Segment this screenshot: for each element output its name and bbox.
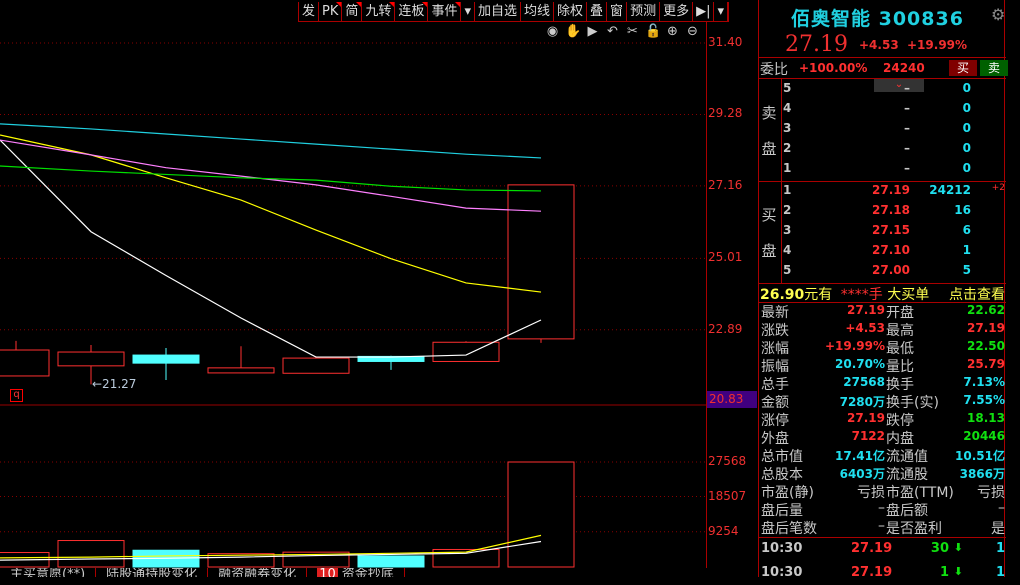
view-link[interactable]: 点击查看 (949, 284, 1005, 304)
price-annotation: ←21.27 (92, 377, 137, 391)
stat-row: 振幅 20.70% 量比 25.79 (761, 357, 1005, 375)
volume-bar (57, 540, 125, 568)
indicator-tab[interactable]: 融资融券变化 (208, 568, 308, 577)
asks-row[interactable]: 4–0 (783, 101, 1005, 121)
asks-row[interactable]: 3–0 (783, 121, 1005, 141)
bids-row[interactable]: 5 27.00 5 (783, 263, 1005, 283)
tick-row: 10:30 27.19 1 ⬇ 1 (761, 565, 1005, 580)
axis-divider (706, 22, 707, 568)
stat-row: 金额 7280万 换手(实) 7.55% (761, 393, 1005, 411)
last-price: 27.19 (785, 32, 848, 57)
candle-body (432, 341, 500, 362)
indicator-tab[interactable]: 陆股通持股变化 (96, 568, 209, 577)
bids-row[interactable]: 1 27.19 24212 +2 (783, 183, 1005, 203)
marker-q-icon: q (10, 389, 23, 402)
price-tick: 22.89 (708, 321, 743, 336)
volume-tick: 9254 (708, 523, 739, 538)
ma-line (0, 139, 542, 358)
stock-title: 佰奥智能 300836 (791, 8, 964, 30)
toolbar-item[interactable]: 发 (299, 2, 320, 22)
down-arrow-icon: ⬇ (953, 565, 963, 578)
toolbar-item[interactable]: ▶| (693, 2, 715, 22)
ma-line (0, 134, 542, 293)
indicator-tab[interactable]: 10 资金抄底 (307, 568, 405, 577)
toolbar-item[interactable]: 加自选 (475, 2, 521, 22)
indicator-tab[interactable]: 主买意愿(**) (0, 568, 97, 577)
candle-body (282, 357, 350, 374)
gear-icon[interactable]: ⚙ (991, 5, 1005, 24)
toolbar-item[interactable]: 简 (342, 2, 363, 22)
stat-row: 盘后笔数 – 是否盈利是 (761, 518, 1005, 537)
down-arrow-icon: ⬇ (953, 541, 963, 554)
price-tick: 31.40 (708, 35, 743, 49)
toolbar-item[interactable]: 九转 (362, 2, 396, 22)
price-pct: +19.99% (907, 38, 968, 52)
weicha-value: 24240 (883, 61, 925, 75)
big-order-banner[interactable]: 26.90元有 ****手 大买单 点击查看 (760, 284, 1005, 304)
stat-row: 总手 27568 换手 7.13% (761, 375, 1005, 393)
candle-body (507, 184, 575, 340)
candle-body (57, 351, 125, 367)
toolbar-item[interactable]: 连板 (395, 2, 429, 22)
toolbar-item[interactable]: 窗 (607, 2, 628, 22)
stat-row: 涨停 27.19 跌停 18.13 (761, 411, 1005, 429)
asks-row[interactable]: 1–0 (783, 161, 1005, 181)
price-tick: 27.16 (708, 177, 743, 192)
toolbar-item[interactable]: 事件 (428, 2, 462, 22)
toolbar-item[interactable]: 除权 (554, 2, 588, 22)
weibi-label: 委比 (760, 62, 788, 78)
buy-button[interactable]: 买 (949, 60, 977, 76)
toolbar-item[interactable]: ▾ (714, 2, 729, 22)
sell-side-label: 盘 (761, 140, 777, 158)
tab-badge: 10 (317, 568, 338, 577)
price-tick: 29.28 (708, 106, 743, 121)
volume-tick: 18507 (708, 488, 747, 503)
stat-row: 涨跌 +4.53 最高 27.19 (761, 321, 1005, 339)
toolbar-item[interactable]: ▾ (461, 2, 475, 22)
volume-tick: 27568 (708, 454, 747, 468)
volume-bar (507, 461, 575, 568)
quote-panel: 佰奥智能 300836 ⚙ 27.19 +4.53 +19.99% 委比 +10… (758, 0, 1008, 580)
indicator-tabs: 主买意愿(**) 陆股通持股变化 融资融券变化 10 资金抄底 (0, 568, 405, 577)
candle-body (132, 354, 200, 364)
side-strip (1006, 0, 1020, 577)
stat-row: 最新 27.19 开盘 22.62 (761, 303, 1005, 321)
candle-body (0, 349, 50, 377)
price-tick: 25.01 (708, 250, 743, 265)
buy-side-label: 盘 (761, 242, 777, 260)
current-price-tag: 20.83 (707, 391, 757, 408)
kline-chart[interactable] (0, 22, 706, 568)
tick-row: 10:30 27.19 30 ⬇ 1 (761, 541, 1005, 556)
toolbar-item[interactable]: 更多 (660, 2, 694, 22)
ma-line (0, 165, 542, 192)
bids-row[interactable]: 4 27.10 1 (783, 243, 1005, 263)
bids-row[interactable]: 2 27.18 16 (783, 203, 1005, 223)
volume-bar (357, 555, 425, 568)
buy-side-label: 买 (761, 206, 777, 224)
toolbar-item[interactable]: 叠 (587, 2, 608, 22)
stat-row: 涨幅 +19.99% 最低 22.50 (761, 339, 1005, 357)
weibi-value: +100.00% (799, 61, 868, 75)
candle-body (207, 367, 275, 374)
asks-row[interactable]: 2–0 (783, 141, 1005, 161)
toolbar-item[interactable]: PK (319, 2, 343, 22)
price-change: +4.53 (859, 38, 899, 52)
toolbar-item[interactable]: 均线 (521, 2, 555, 22)
toolbar-item[interactable]: 预测 (627, 2, 661, 22)
asks-row[interactable]: 5–0 (783, 81, 1005, 101)
ma-line (0, 139, 542, 212)
bids-row[interactable]: 3 27.15 6 (783, 223, 1005, 243)
chart-toolbar: 发 PK 简九转 连板 事件 ▾ 加自选 均线 除权叠窗预测 更多 ▶| ▾ (298, 2, 730, 22)
sell-side-label: 卖 (761, 104, 777, 122)
sell-button[interactable]: 卖 (980, 60, 1008, 76)
